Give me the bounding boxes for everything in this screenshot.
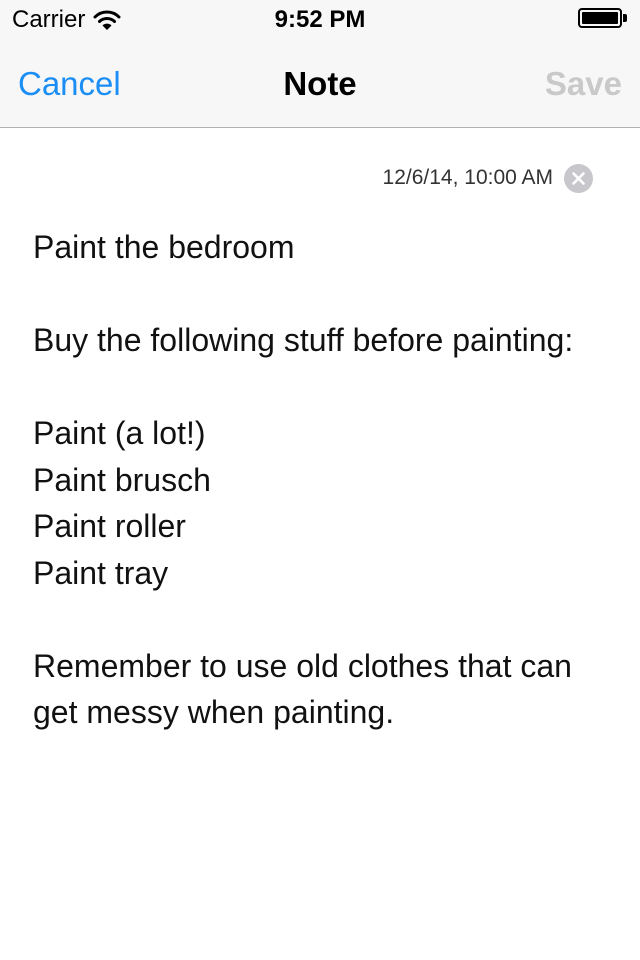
note-text-area[interactable]: Paint the bedroom Buy the following stuf… [33,224,613,736]
status-time: 9:52 PM [274,6,366,33]
reminder-date-row: 12/6/14, 10:00 AM [0,160,640,196]
clear-x-icon [572,172,585,185]
battery-fill [582,12,618,24]
clear-date-button[interactable] [564,164,593,193]
battery-icon [578,8,630,32]
cancel-button[interactable]: Cancel [18,62,121,106]
battery-tip [623,14,627,22]
status-bar: Carrier 9:52 PM [0,0,640,40]
note-editor-screen: Carrier 9:52 PM Cancel Note Save 12/6/14… [0,0,640,960]
navigation-bar: Cancel Note Save [0,40,640,128]
top-chrome: Carrier 9:52 PM Cancel Note Save [0,0,640,128]
battery-body [578,8,622,28]
save-button[interactable]: Save [545,62,622,106]
reminder-date[interactable]: 12/6/14, 10:00 AM [383,160,553,196]
